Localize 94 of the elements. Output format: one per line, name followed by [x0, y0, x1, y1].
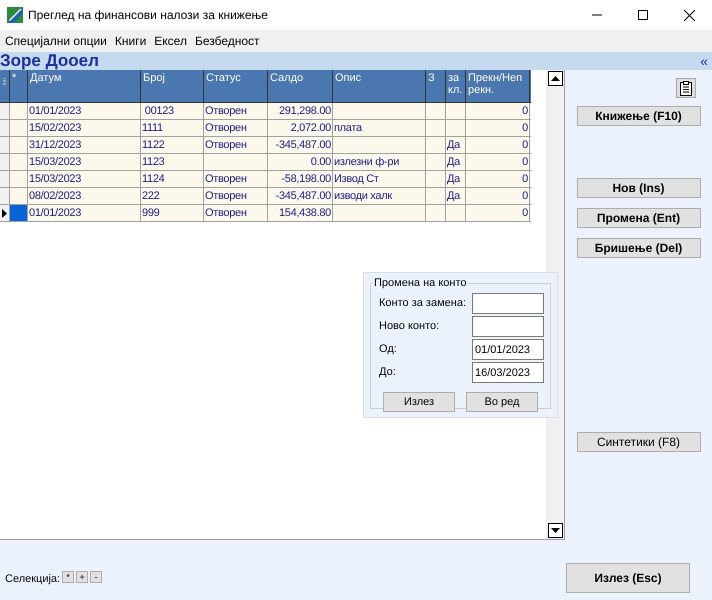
input-field[interactable]: 01/01/2023	[472, 339, 544, 360]
input-field[interactable]: 16/03/2023	[472, 362, 544, 383]
table-row[interactable]: 15/03/2023 1124 Отворен -58,198.00 Извод Ст Да 0	[0, 171, 531, 188]
table-row[interactable]: 01/01/2023 00123 Отворен 291,298.00 0	[0, 103, 531, 120]
dialog-button[interactable]: Излез	[383, 392, 455, 412]
selection-button[interactable]: -	[90, 571, 102, 583]
menu-item[interactable]: Книги	[110, 32, 150, 50]
table-cell: 0	[466, 103, 530, 119]
table-cell: Отворен	[204, 103, 268, 119]
column-header[interactable]: *	[10, 70, 28, 102]
table-cell: Да	[446, 171, 466, 187]
table-cell: 31/12/2023	[28, 137, 141, 153]
table-cell: 1111	[141, 120, 204, 136]
table-cell: 0	[466, 188, 530, 204]
menu-item[interactable]: Безбедност	[190, 32, 264, 50]
selection-button[interactable]: *	[62, 571, 74, 583]
column-header[interactable]: за кл.	[446, 70, 466, 102]
company-name: Зоре Дооел	[0, 52, 99, 70]
table-cell: Да	[446, 188, 466, 204]
field-label: Ново конто:	[379, 319, 440, 334]
action-button[interactable]: Синтетики (F8)	[576, 432, 700, 452]
table-cell: Отворен	[204, 205, 268, 221]
input-field[interactable]	[472, 293, 544, 314]
column-header[interactable]: Прекн/Непрекн.	[466, 70, 530, 102]
table-cell: 0.00	[268, 154, 333, 170]
column-header[interactable]: З	[426, 70, 446, 102]
table-cell: 291,298.00	[268, 103, 333, 119]
close-icon[interactable]	[684, 10, 694, 20]
menu-item[interactable]: Ексел	[150, 32, 191, 50]
table-cell: 15/03/2023	[28, 154, 141, 170]
table-cell: 08/02/2023	[28, 188, 141, 204]
selection-button[interactable]: +	[76, 571, 88, 583]
table-cell: 999	[141, 205, 204, 221]
table-cell: 0	[466, 171, 530, 187]
table-cell: Отворен	[204, 171, 268, 187]
table-cell: 01/01/2023	[28, 205, 141, 221]
action-button[interactable]: Промена (Ent)	[576, 208, 700, 228]
column-header[interactable]: Датум	[28, 70, 141, 102]
clipboard-icon[interactable]	[680, 80, 692, 96]
action-button[interactable]: Книжење (F10)	[576, 106, 700, 126]
table-cell: -345,487.00	[268, 137, 333, 153]
table-cell: 1123	[141, 154, 204, 170]
field-label: Конто за замена:	[379, 296, 466, 312]
window-title: Преглед на финансови налози за книжење	[28, 7, 268, 24]
table-cell: Извод Ст	[333, 171, 426, 187]
table-cell: -58,198.00	[268, 171, 333, 187]
table-cell: 2,072.00	[268, 120, 333, 136]
column-header[interactable]: Статус	[204, 70, 268, 102]
selection-label: Селекција:	[5, 572, 60, 587]
table-row[interactable]: 01/01/2023 999 Отворен 154,438.80 0	[0, 205, 531, 222]
scroll-down-icon[interactable]	[548, 523, 562, 538]
field-label: До:	[379, 365, 396, 380]
column-header[interactable]: Опис	[333, 70, 426, 102]
table-cell: 00123	[141, 103, 204, 119]
app-logo-icon	[7, 7, 23, 23]
table-row[interactable]: 15/02/2023 1111 Отворен 2,072.00 плата 0	[0, 120, 531, 137]
scroll-up-icon[interactable]	[548, 71, 562, 86]
exit-button[interactable]: Излез (Esc)	[566, 563, 690, 593]
table-cell: -345,487.00	[268, 188, 333, 204]
input-field[interactable]	[472, 316, 544, 337]
table-cell: Да	[446, 154, 466, 170]
column-header[interactable]: Број	[141, 70, 204, 102]
table-cell: 0	[466, 205, 530, 221]
table-cell: 15/03/2023	[28, 171, 141, 187]
table-cell: 1122	[141, 137, 204, 153]
table-row[interactable]: 31/12/2023 1122 Отворен -345,487.00 Да 0	[0, 137, 531, 154]
column-header[interactable]: Салдо	[268, 70, 333, 102]
table-row[interactable]: 08/02/2023 222 Отворен -345,487.00 изводи халк Да 0	[0, 188, 531, 205]
table-cell: Отворен	[204, 188, 268, 204]
table-cell: 01/01/2023	[28, 103, 141, 119]
table-cell: 1124	[141, 171, 204, 187]
maximize-icon[interactable]	[638, 10, 648, 20]
row-header[interactable]	[0, 205, 10, 221]
table-cell: 222	[141, 188, 204, 204]
menu-item[interactable]: Специјални опции	[1, 32, 111, 50]
dialog-button[interactable]: Во ред	[466, 392, 538, 412]
table-cell: 154,438.80	[268, 205, 333, 221]
table-cell: 0	[466, 120, 530, 136]
table-cell: изводи халк	[333, 188, 426, 204]
table-cell: Отворен	[204, 120, 268, 136]
table-cell: Да	[446, 137, 466, 153]
table-cell: излезни ф-ри	[333, 154, 426, 170]
row-selector-cell[interactable]	[10, 205, 28, 221]
table-cell: 0	[466, 137, 530, 153]
table-cell: Отворен	[204, 137, 268, 153]
collapse-button[interactable]: «	[700, 53, 708, 69]
action-button[interactable]: Нов (Ins)	[576, 178, 700, 198]
table-cell: плата	[333, 120, 426, 136]
field-label: Од:	[379, 342, 397, 358]
group-title: Промена на конто	[373, 276, 468, 290]
action-button[interactable]: Бришење (Del)	[576, 238, 700, 258]
table-row[interactable]: 15/03/2023 1123 0.00 излезни ф-ри Да 0	[0, 154, 531, 171]
table-cell: 15/02/2023	[28, 120, 141, 136]
table-cell: 0	[466, 154, 530, 170]
